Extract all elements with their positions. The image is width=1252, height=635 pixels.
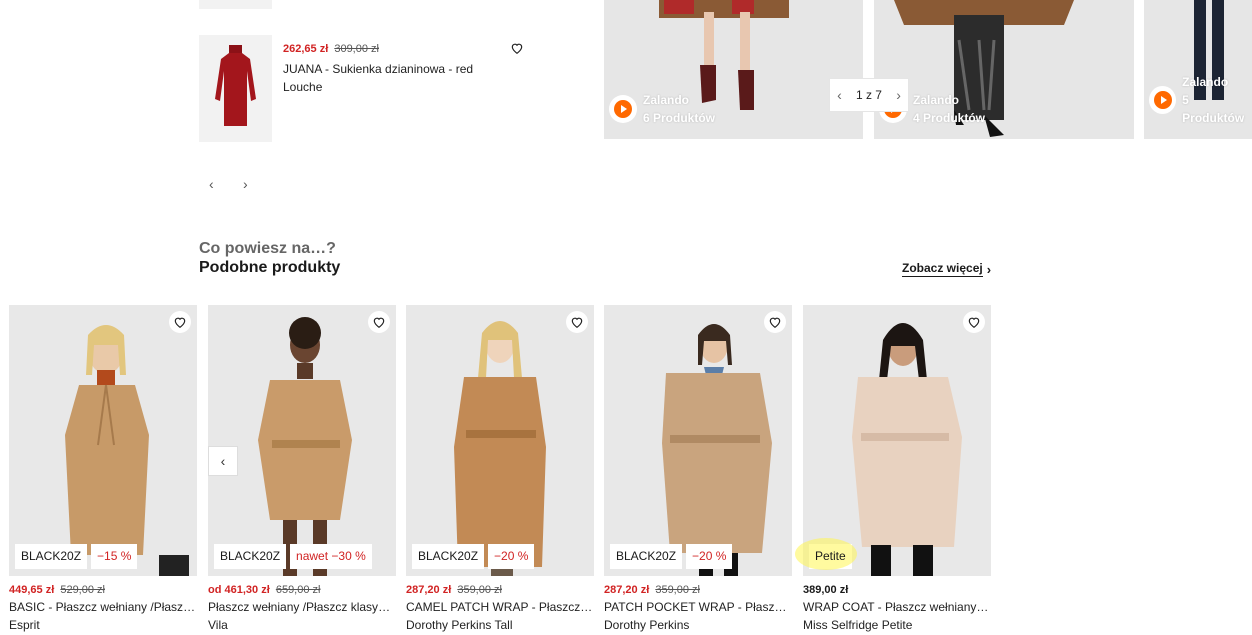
sale-price: 262,65 zł xyxy=(283,43,329,55)
product-title[interactable]: Płaszcz wełniany /Płaszcz klasyczny xyxy=(208,600,396,614)
product-price: 389,00 zł xyxy=(803,584,848,596)
product-card[interactable]: BLACK20Z −15 % 449,65 zł 529,00 zł BASIC… xyxy=(9,305,197,635)
discount-tag: nawet −30 % xyxy=(290,544,372,569)
regular-price: 389,00 zł xyxy=(803,584,849,596)
product-price: 262,65 zł 309,00 zł xyxy=(283,43,379,55)
product-tags: Petite xyxy=(795,538,857,570)
product-brand[interactable]: Louche xyxy=(283,78,483,96)
chevron-right-icon: › xyxy=(986,261,992,277)
section-title: Podobne produkty xyxy=(199,259,341,276)
heart-outline-icon[interactable] xyxy=(963,311,985,333)
product-tags: BLACK20Z −20 % xyxy=(412,544,535,569)
sale-price: od 461,30 zł xyxy=(208,584,270,596)
original-price: 659,00 zł xyxy=(275,584,321,596)
product-brand[interactable]: Dorothy Perkins xyxy=(604,618,689,632)
heart-outline-icon[interactable] xyxy=(566,311,588,333)
sale-price: 287,20 zł xyxy=(604,584,650,596)
discount-tag: −15 % xyxy=(91,544,138,569)
product-card[interactable]: BLACK20Z −20 % 287,20 zł 359,00 zł CAMEL… xyxy=(406,305,594,635)
outfit-product-count: 4 Produktów xyxy=(913,111,986,125)
outfit-info: Zalando 5 Produktów xyxy=(1182,73,1252,127)
discount-tag: −20 % xyxy=(686,544,733,569)
chevron-right-icon[interactable]: › xyxy=(243,176,257,192)
chevron-left-icon[interactable]: ‹ xyxy=(837,87,842,103)
chevron-left-icon[interactable]: ‹ xyxy=(209,176,223,192)
heart-outline-icon[interactable] xyxy=(169,311,191,333)
section-kicker: Co powiesz na…? xyxy=(199,240,336,257)
product-card[interactable]: Petite 389,00 zł WRAP COAT - Płaszcz weł… xyxy=(795,305,991,635)
carousel-prev-button[interactable]: ‹ xyxy=(208,446,238,476)
outfit-brand-name: Zalando xyxy=(1182,75,1229,89)
heart-outline-icon[interactable] xyxy=(510,41,524,55)
original-price: 359,00 zł xyxy=(457,584,502,596)
original-price: 309,00 zł xyxy=(334,43,379,55)
outfit-brand[interactable]: Zalando 5 Produktów xyxy=(1149,73,1252,127)
outfit-info: Zalando 4 Produktów xyxy=(913,91,985,127)
product-brand[interactable]: Vila xyxy=(208,618,228,632)
product-title[interactable]: WRAP COAT - Płaszcz wełniany /Płaszcz kl… xyxy=(803,600,991,614)
product-title[interactable]: CAMEL PATCH WRAP - Płaszcz klasyczny xyxy=(406,600,594,614)
product-card[interactable]: BLACK20Z −20 % 287,20 zł 359,00 zł PATCH… xyxy=(604,305,792,635)
promo-code-tag: BLACK20Z xyxy=(15,544,88,569)
product-brand[interactable]: Esprit xyxy=(9,618,40,632)
petite-tag-label: Petite xyxy=(815,549,846,563)
product-image[interactable] xyxy=(406,305,594,576)
outfit-product-count: 5 Produktów xyxy=(1182,93,1245,125)
product-image[interactable] xyxy=(208,305,396,576)
zalando-logo-icon xyxy=(1149,86,1177,114)
outfit-card[interactable]: Zalando 4 Produktów xyxy=(874,0,1134,139)
outfit-brand[interactable]: Zalando 6 Produktów xyxy=(609,91,715,127)
see-more-label[interactable]: Zobacz więcej xyxy=(902,261,983,277)
heart-outline-icon[interactable] xyxy=(368,311,390,333)
outfit-brand-name: Zalando xyxy=(643,93,690,107)
outfit-card[interactable]: Zalando 6 Produktów xyxy=(604,0,863,139)
product-tags: BLACK20Z nawet −30 % xyxy=(214,544,372,569)
product-image[interactable] xyxy=(803,305,991,576)
sale-price: 287,20 zł xyxy=(406,584,452,596)
product-image[interactable] xyxy=(604,305,792,576)
heart-outline-icon[interactable] xyxy=(764,311,786,333)
product-price: 287,20 zł 359,00 zł xyxy=(604,584,700,596)
outfit-product-count: 6 Produktów xyxy=(643,111,716,125)
product-tags: BLACK20Z −20 % xyxy=(610,544,733,569)
sale-price: 449,65 zł xyxy=(9,584,55,596)
product-price: 449,65 zł 529,00 zł xyxy=(9,584,105,596)
product-title[interactable]: JUANA - Sukienka dzianinowa - red xyxy=(283,60,483,78)
chevron-left-icon: ‹ xyxy=(220,453,226,469)
promo-code-tag: BLACK20Z xyxy=(412,544,485,569)
discount-tag: −20 % xyxy=(488,544,535,569)
product-thumbnail[interactable] xyxy=(199,35,272,142)
promo-code-tag: BLACK20Z xyxy=(610,544,683,569)
product-image[interactable] xyxy=(9,305,197,576)
product-title[interactable]: BASIC - Płaszcz wełniany /Płaszcz klasyc… xyxy=(9,600,197,614)
outfit-info: Zalando 6 Produktów xyxy=(643,91,715,127)
outfit-card[interactable]: Zalando 5 Produktów xyxy=(1144,0,1252,139)
outfit-pager: ‹ 1 z 7 › xyxy=(829,78,909,112)
product-title[interactable]: PATCH POCKET WRAP - Płaszcz klasyczny xyxy=(604,600,792,614)
chevron-right-icon[interactable]: › xyxy=(896,87,901,103)
outfit-brand-name: Zalando xyxy=(913,93,960,107)
see-more-link[interactable]: Zobacz więcej › xyxy=(902,261,991,277)
recently-viewed-item[interactable]: 262,65 zł 309,00 zł JUANA - Sukienka dzi… xyxy=(199,35,529,143)
product-price: od 461,30 zł 659,00 zł xyxy=(208,584,320,596)
product-brand[interactable]: Miss Selfridge Petite xyxy=(803,618,912,632)
original-price: 359,00 zł xyxy=(655,584,700,596)
product-brand[interactable]: Dorothy Perkins Tall xyxy=(406,618,513,632)
promo-code-tag: BLACK20Z xyxy=(214,544,287,569)
original-price: 529,00 zł xyxy=(60,584,105,596)
zalando-logo-icon xyxy=(609,95,637,123)
previous-product-thumbnail[interactable] xyxy=(199,0,272,9)
product-price: 287,20 zł 359,00 zł xyxy=(406,584,502,596)
product-name[interactable]: JUANA - Sukienka dzianinowa - red Louche xyxy=(283,60,483,96)
product-tags: BLACK20Z −15 % xyxy=(15,544,138,569)
pager-label: 1 z 7 xyxy=(855,88,882,102)
petite-tag: Petite xyxy=(795,538,857,570)
